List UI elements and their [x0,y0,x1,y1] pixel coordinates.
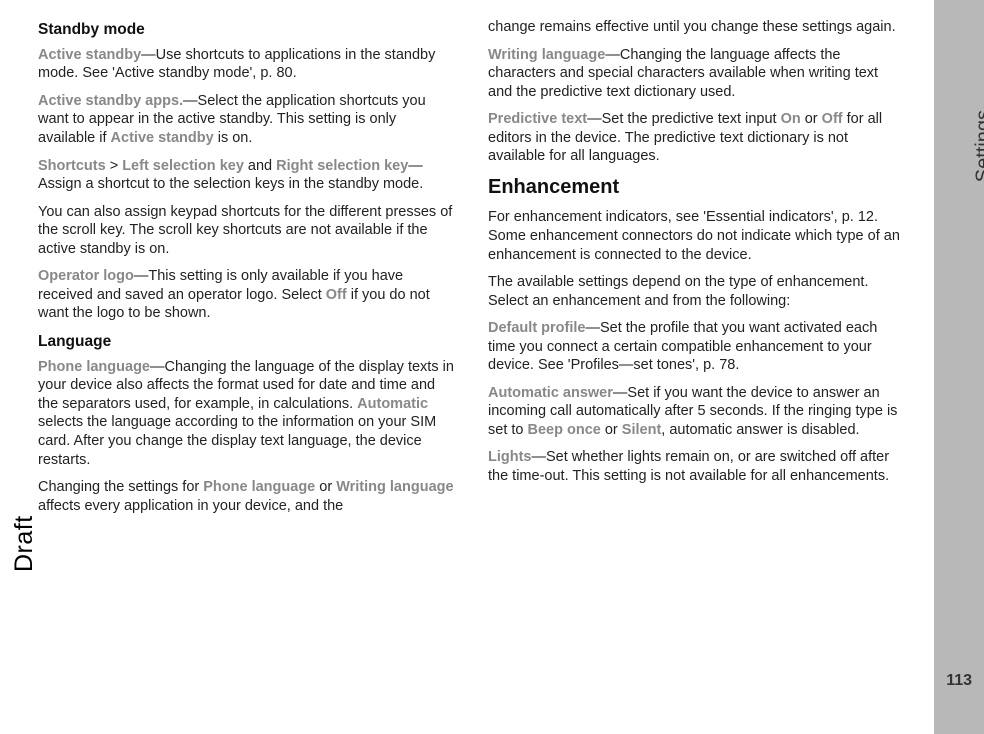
text: > [106,158,123,174]
para: Active standby apps.—Select the applicat… [38,92,456,148]
para: Phone language—Changing the language of … [38,358,456,469]
para: Predictive text—Set the predictive text … [488,110,906,166]
text: or [315,479,336,495]
term: Predictive text [488,111,587,127]
left-column: Standby mode Active standby—Use shortcut… [38,18,456,734]
para: Automatic answer—Set if you want the dev… [488,384,906,440]
text: is on. [214,130,253,146]
term: Operator logo [38,268,134,284]
para: For enhancement indicators, see 'Essenti… [488,208,906,264]
term: Off [326,287,347,303]
para: Changing the settings for Phone language… [38,478,456,515]
term: Automatic answer [488,385,613,401]
term: Right selection key [276,158,408,174]
term: Phone language [203,479,315,495]
text: —Set whether lights remain on, or are sw… [488,449,889,484]
term: Off [822,111,843,127]
para: Lights—Set whether lights remain on, or … [488,448,906,485]
term: Beep once [528,422,601,438]
term: Default profile [488,320,585,336]
term: Automatic [357,396,428,412]
term: Silent [622,422,661,438]
text: or [801,111,822,127]
term: Phone language [38,359,150,375]
text: Changing the settings for [38,479,203,495]
term: Writing language [336,479,453,495]
para: Shortcuts > Left selection key and Right… [38,157,456,194]
para: Writing language—Changing the language a… [488,46,906,102]
text: , automatic answer is disabled. [661,422,859,438]
para: Default profile—Set the profile that you… [488,319,906,375]
term: Lights [488,449,532,465]
text: and [244,158,276,174]
page-content: Standby mode Active standby—Use shortcut… [0,0,984,734]
term: On [781,111,801,127]
text: —Set the predictive text input [587,111,780,127]
heading-language: Language [38,332,456,352]
term: Writing language [488,47,605,63]
para: Active standby—Use shortcuts to applicat… [38,46,456,83]
heading-standby-mode: Standby mode [38,20,456,40]
term: Active standby apps. [38,93,183,109]
term: Shortcuts [38,158,106,174]
term: Active standby [111,130,214,146]
para: You can also assign keypad shortcuts for… [38,203,456,259]
term: Left selection key [122,158,244,174]
para: The available settings depend on the typ… [488,273,906,310]
text: affects every application in your device… [38,498,343,514]
heading-enhancement: Enhancement [488,175,906,201]
right-column: change remains effective until you chang… [488,18,906,734]
para: change remains effective until you chang… [488,18,906,37]
para: Operator logo—This setting is only avail… [38,267,456,323]
text: or [601,422,622,438]
text: selects the language according to the in… [38,414,436,467]
term: Active standby [38,47,141,63]
